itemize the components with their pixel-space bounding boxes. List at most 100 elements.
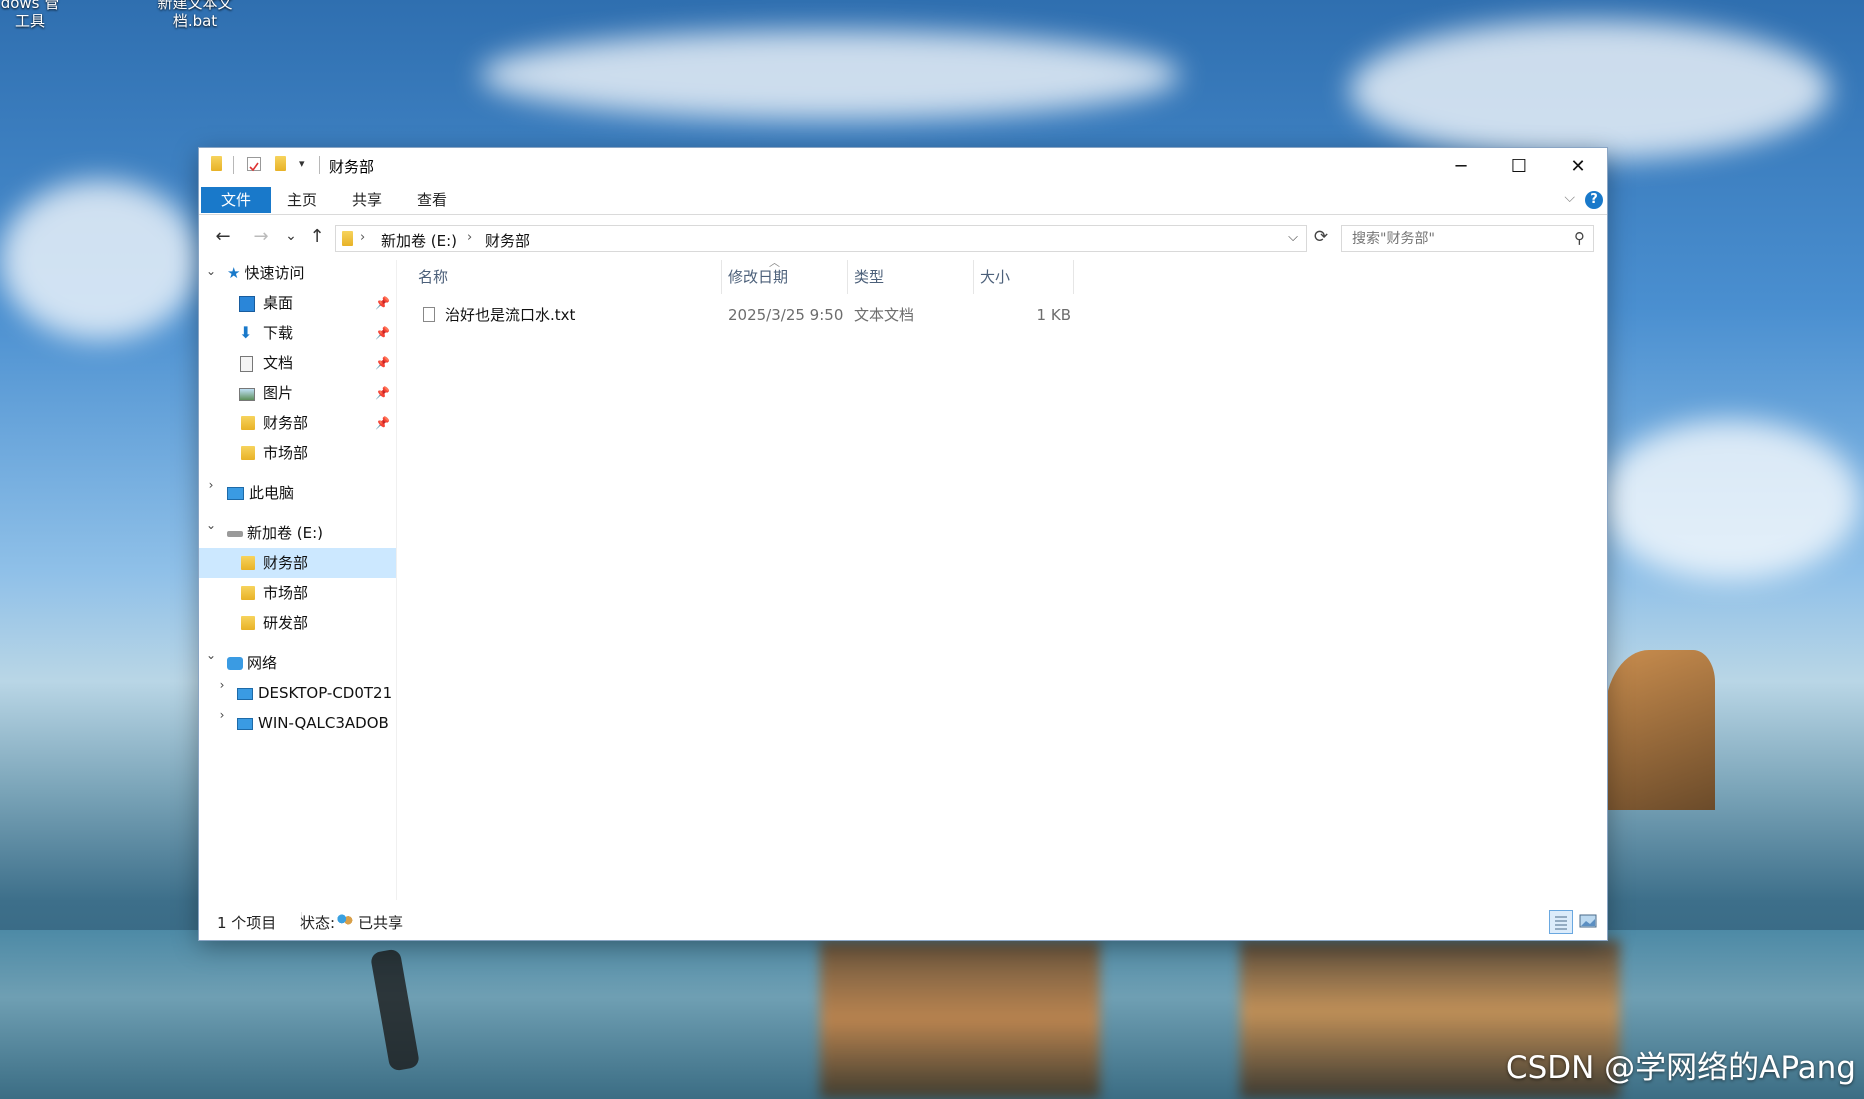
sidebar-item-marketing[interactable]: 市场部 bbox=[233, 438, 396, 468]
column-header-modified[interactable]: 修改日期 bbox=[722, 260, 848, 294]
drive-icon bbox=[227, 530, 243, 537]
cloud bbox=[1600, 420, 1860, 580]
sidebar-item-network-pc[interactable]: DESKTOP-CD0T21 bbox=[237, 678, 396, 708]
share-state-value: 已共享 bbox=[358, 914, 404, 932]
sidebar-item-label: DESKTOP-CD0T21 bbox=[258, 684, 393, 702]
column-header-name[interactable]: 名称 bbox=[412, 260, 722, 294]
sidebar-item-label: 研发部 bbox=[263, 614, 309, 632]
sidebar-item-label: WIN-QALC3ADOB bbox=[258, 714, 389, 732]
collapse-chevron-icon[interactable]: ⌄ bbox=[204, 264, 218, 278]
minimize-button[interactable]: ─ bbox=[1432, 148, 1490, 184]
share-state-label: 状态: bbox=[300, 914, 336, 932]
sidebar-item-drive[interactable]: 新加卷 (E:) bbox=[227, 518, 387, 548]
expand-chevron-icon[interactable]: › bbox=[204, 478, 218, 492]
sidebar-item-drive-finance[interactable]: 财务部 bbox=[199, 548, 396, 578]
forward-button[interactable]: → bbox=[249, 226, 273, 247]
column-header-size[interactable]: 大小 bbox=[974, 260, 1074, 294]
sidebar-item-label: 此电脑 bbox=[249, 484, 295, 502]
breadcrumb-chevron-icon[interactable]: › bbox=[360, 230, 365, 245]
tab-view[interactable]: 查看 bbox=[403, 187, 461, 213]
computer-icon bbox=[227, 487, 244, 500]
sidebar-item-network[interactable]: 网络 bbox=[227, 648, 387, 678]
address-bar[interactable]: › 新加卷 (E:) › 财务部 ⌵ bbox=[335, 225, 1307, 252]
sidebar-item-finance[interactable]: 财务部 📌 bbox=[233, 408, 396, 438]
tab-file[interactable]: 文件 bbox=[201, 187, 272, 213]
sidebar-item-quick-access[interactable]: ★ 快速访问 bbox=[227, 258, 387, 288]
breadcrumb-drive[interactable]: 新加卷 (E:) bbox=[381, 230, 457, 251]
navigation-bar: ← → ⌄ ↑ › 新加卷 (E:) › 财务部 ⌵ ⟳ ⚲ bbox=[199, 218, 1607, 258]
file-list: ︿ 名称 修改日期 类型 大小 治好也是流口水.txt 2025/3/25 9:… bbox=[397, 256, 1607, 900]
expand-ribbon-icon[interactable]: ⌵ bbox=[1564, 190, 1575, 206]
expand-chevron-icon[interactable]: › bbox=[215, 708, 229, 722]
cloud bbox=[480, 30, 1180, 120]
sidebar-item-pictures[interactable]: 图片 📌 bbox=[233, 378, 396, 408]
maximize-button[interactable]: ☐ bbox=[1490, 148, 1548, 184]
folder-icon bbox=[342, 231, 353, 246]
sidebar-item-label: 图片 bbox=[263, 384, 294, 402]
close-button[interactable]: ✕ bbox=[1549, 148, 1607, 184]
collapse-chevron-icon[interactable]: ⌄ bbox=[204, 648, 218, 662]
collapse-chevron-icon[interactable]: ⌄ bbox=[204, 518, 218, 532]
details-view-icon bbox=[1555, 916, 1567, 930]
customize-toolbar-icon[interactable]: ▾ bbox=[299, 157, 305, 175]
sidebar-item-this-pc[interactable]: 此电脑 bbox=[227, 478, 387, 508]
details-view-button[interactable] bbox=[1549, 910, 1573, 934]
sidebar-item-drive-rnd[interactable]: 研发部 bbox=[233, 608, 396, 638]
file-size: 1 KB bbox=[1036, 306, 1071, 324]
cloud bbox=[0, 180, 200, 340]
sidebar-item-network-pc[interactable]: WIN-QALC3ADOB bbox=[237, 708, 396, 738]
sidebar-item-desktop[interactable]: 桌面 📌 bbox=[233, 288, 396, 318]
tab-home[interactable]: 主页 bbox=[273, 187, 331, 213]
pin-icon: 📌 bbox=[375, 416, 390, 430]
search-icon[interactable]: ⚲ bbox=[1574, 229, 1585, 247]
search-input[interactable] bbox=[1350, 230, 1564, 248]
up-button[interactable]: ↑ bbox=[305, 226, 329, 247]
computer-icon bbox=[237, 717, 253, 730]
sidebar-item-label: 桌面 bbox=[263, 294, 294, 312]
shared-users-icon bbox=[337, 914, 353, 928]
folder-icon bbox=[241, 416, 255, 430]
breadcrumb-folder[interactable]: 财务部 bbox=[485, 230, 530, 251]
status-bar: 1 个项目 状态: 已共享 bbox=[199, 902, 1607, 940]
sidebar-item-drive-marketing[interactable]: 市场部 bbox=[233, 578, 396, 608]
recent-locations-button[interactable]: ⌄ bbox=[279, 228, 303, 244]
star-icon: ★ bbox=[227, 264, 241, 282]
pin-icon: 📌 bbox=[375, 326, 390, 340]
sidebar-item-label: 财务部 bbox=[263, 414, 309, 432]
sidebar-item-label: 财务部 bbox=[263, 554, 309, 572]
folder-icon bbox=[211, 156, 222, 171]
large-icons-view-button[interactable] bbox=[1577, 910, 1601, 934]
folder-icon bbox=[241, 586, 255, 600]
sidebar-item-documents[interactable]: 文档 📌 bbox=[233, 348, 396, 378]
expand-chevron-icon[interactable]: › bbox=[215, 678, 229, 692]
breadcrumb-chevron-icon[interactable]: › bbox=[467, 230, 472, 245]
folder-icon bbox=[241, 446, 255, 460]
back-button[interactable]: ← bbox=[211, 226, 235, 247]
column-header-type[interactable]: 类型 bbox=[848, 260, 974, 294]
file-name: 治好也是流口水.txt bbox=[445, 306, 576, 324]
sidebar-item-label: 新加卷 (E:) bbox=[247, 524, 324, 542]
sidebar-item-label: 市场部 bbox=[263, 444, 309, 462]
search-box[interactable]: ⚲ bbox=[1341, 225, 1594, 252]
properties-icon[interactable] bbox=[247, 157, 261, 172]
title-bar[interactable]: ▾ 财务部 ─ ☐ ✕ bbox=[199, 148, 1607, 184]
explorer-window: ▾ 财务部 ─ ☐ ✕ 文件 主页 共享 查看 ⌵ ? ← → ⌄ ↑ › 新加… bbox=[199, 148, 1607, 940]
item-count: 1 个项目 bbox=[217, 914, 277, 932]
desktop-icon bbox=[239, 296, 255, 312]
sidebar-item-label: 文档 bbox=[263, 354, 294, 372]
folder-icon bbox=[241, 556, 255, 570]
help-icon[interactable]: ? bbox=[1585, 191, 1603, 209]
network-icon bbox=[227, 657, 243, 670]
tab-share[interactable]: 共享 bbox=[338, 187, 396, 213]
ribbon: 文件 主页 共享 查看 ⌵ ? bbox=[199, 184, 1607, 215]
file-row[interactable]: 治好也是流口水.txt 2025/3/25 9:50 文本文档 1 KB bbox=[411, 300, 1131, 330]
address-dropdown-icon[interactable]: ⌵ bbox=[1288, 230, 1298, 245]
new-folder-icon[interactable] bbox=[275, 156, 286, 171]
pin-icon: 📌 bbox=[375, 296, 390, 310]
sidebar-item-downloads[interactable]: ⬇ 下载 📌 bbox=[233, 318, 396, 348]
desktop-icon-label[interactable]: 新建文本文 档.bat bbox=[150, 0, 240, 30]
file-type: 文本文档 bbox=[854, 306, 915, 324]
refresh-button[interactable]: ⟳ bbox=[1309, 227, 1333, 247]
desktop-icon-label[interactable]: dows 管 工具 bbox=[0, 0, 60, 30]
sidebar-item-label: 网络 bbox=[247, 654, 278, 672]
